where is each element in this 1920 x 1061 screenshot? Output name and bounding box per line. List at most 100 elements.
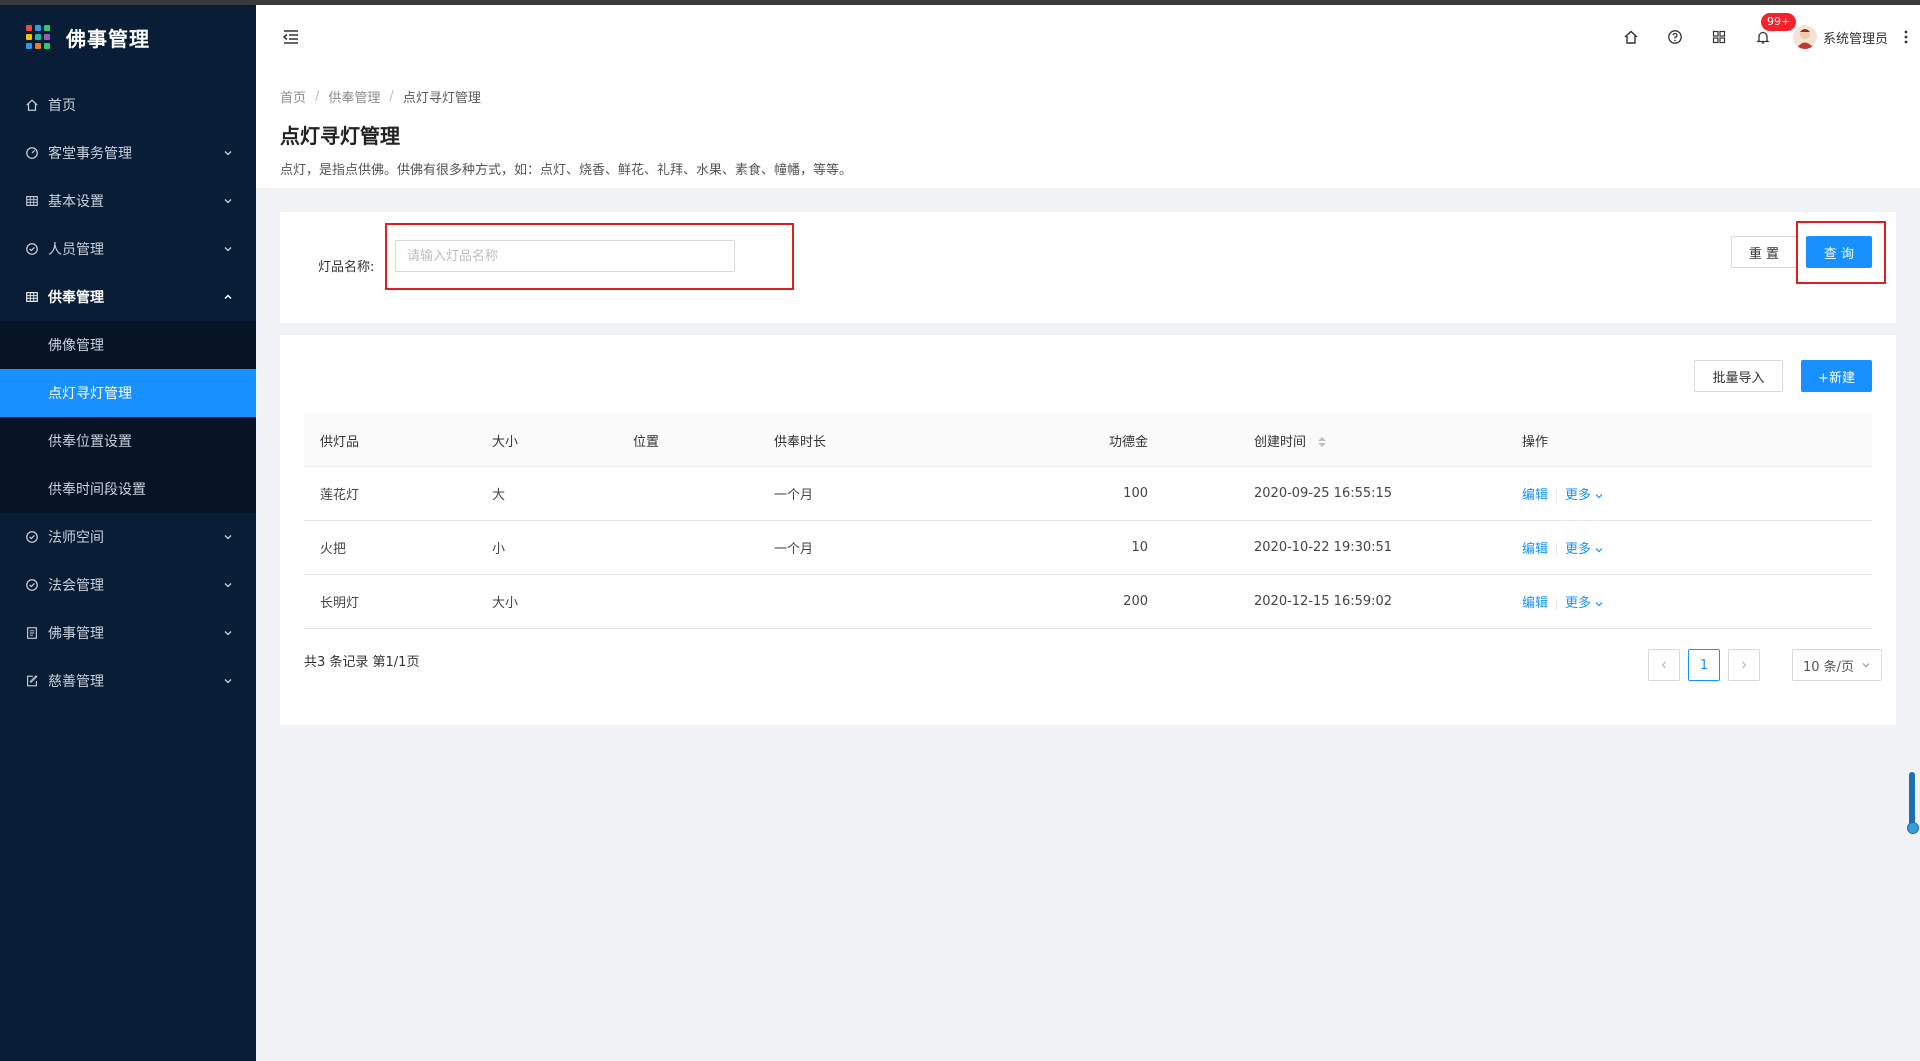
page-header: 首页 / 供奉管理 / 点灯寻灯管理 点灯寻灯管理 点灯，是指点供佛。供佛有很多… [256,69,1920,188]
action-divider [1556,489,1558,502]
table-icon [24,289,40,305]
chevron-down-icon [1862,663,1870,668]
new-button[interactable]: +新建 [1801,360,1872,392]
column-header: 操作 [1522,434,1549,450]
cell-created: 2020-10-22 19:30:51 [1254,540,1393,555]
page-button[interactable]: 1 [1688,649,1720,681]
chevron-down-icon [222,627,234,639]
sidebar-item-label: 首页 [48,98,76,114]
highlight-box [385,223,794,290]
check-circle-icon [24,529,40,545]
sidebar-item-charity[interactable]: 慈善管理 [0,657,256,705]
chevron-down-icon [1595,601,1603,606]
cell-created: 2020-12-15 16:59:02 [1254,594,1393,609]
offerings-submenu: 佛像管理 点灯寻灯管理 供奉位置设置 供奉时间段设置 [0,321,256,513]
chevron-down-icon [222,675,234,687]
highlight-box [1796,221,1886,284]
edit-link[interactable]: 编辑 [1522,542,1548,557]
edit-link[interactable]: 编辑 [1522,488,1548,503]
more-link[interactable]: 更多 [1565,542,1604,557]
sidebar-item-label: 佛事管理 [48,626,104,642]
reset-button[interactable]: 重 置 [1731,236,1797,268]
next-page-button[interactable] [1728,649,1760,681]
sidebar-item-label: 慈善管理 [48,674,104,690]
breadcrumb-separator: / [315,89,320,104]
column-header-sortable[interactable]: 创建时间 [1148,431,1522,450]
prev-page-button[interactable] [1648,649,1680,681]
column-header: 功德金 [1108,434,1148,450]
table-row: 长明灯 大小 200 2020-12-15 16:59:02 编辑 更多 [304,575,1872,629]
sidebar-item-personnel[interactable]: 人员管理 [0,225,256,273]
sidebar-item-offering-positions[interactable]: 供奉位置设置 [0,417,256,465]
dashboard-icon [24,145,40,161]
sidebar-item-offering-periods[interactable]: 供奉时间段设置 [0,465,256,513]
edit-link[interactable]: 编辑 [1522,596,1548,611]
sidebar-item-label: 供奉管理 [48,290,104,306]
more-link[interactable]: 更多 [1565,488,1604,503]
column-header: 位置 [633,434,660,450]
column-header: 供灯品 [320,434,360,450]
cell-size: 大 [492,488,506,503]
page-title: 点灯寻灯管理 [280,124,400,148]
search-form: 灯品名称: 重 置 查 询 [280,212,1896,323]
sidebar-item-buddha-statues[interactable]: 佛像管理 [0,321,256,369]
sidebar-menu: 首页 客堂事务管理 基本设置 人员管理 供奉管理 佛像管理 点灯寻灯管理 供奉位… [0,81,256,705]
sidebar-item-dharma-assembly[interactable]: 法会管理 [0,561,256,609]
user-menu[interactable]: 系统管理员 [1792,25,1888,49]
sidebar-item-master-space[interactable]: 法师空间 [0,513,256,561]
header-actions: 99+ 系统管理员 [1609,5,1920,69]
chevron-down-icon [1595,493,1603,498]
sidebar-item-label: 人员管理 [48,242,104,258]
app-grid-icon [26,25,50,49]
cell-created: 2020-09-25 16:55:15 [1254,486,1393,501]
top-header: 99+ 系统管理员 [256,5,1920,69]
apps-icon[interactable] [1709,27,1729,47]
page-size-select[interactable]: 10 条/页 [1792,649,1882,681]
chevron-down-icon [222,243,234,255]
cell-duration: 一个月 [774,488,814,503]
batch-import-button[interactable]: 批量导入 [1694,360,1783,392]
cell-size: 小 [492,542,506,557]
more-link-label: 更多 [1565,596,1592,611]
breadcrumb-home[interactable]: 首页 [280,87,306,106]
action-divider [1556,543,1558,556]
pagination: 1 10 条/页 [1648,649,1882,681]
chevron-up-icon [222,291,234,303]
more-link[interactable]: 更多 [1565,596,1604,611]
sidebar-item-home[interactable]: 首页 [0,81,256,129]
more-vertical-icon[interactable] [1898,27,1914,47]
more-link-label: 更多 [1565,542,1592,557]
sidebar-item-guest-hall[interactable]: 客堂事务管理 [0,129,256,177]
page-size-value: 10 条/页 [1803,659,1855,675]
user-name: 系统管理员 [1822,31,1888,47]
cell-merit: 10 [1131,540,1148,555]
floating-scroll-handle[interactable] [1907,772,1919,834]
sidebar-item-label: 法师空间 [48,530,104,546]
sidebar-item-basic-settings[interactable]: 基本设置 [0,177,256,225]
cell-size: 大小 [492,596,519,611]
column-header: 大小 [492,434,519,450]
lamp-table: 供灯品 大小 位置 供奉时长 功德金 创建时间 操作 莲花灯 大 一个月 100… [304,414,1872,629]
cell-actions: 编辑 更多 [1522,538,1872,557]
profile-icon [24,625,40,641]
breadcrumb-offerings[interactable]: 供奉管理 [328,87,380,106]
breadcrumb-separator: / [389,89,394,104]
column-header: 供奉时长 [774,434,827,450]
app-logo[interactable]: 佛事管理 [0,5,256,69]
sidebar-item-offerings[interactable]: 供奉管理 [0,273,256,321]
cell-name: 莲花灯 [320,488,360,503]
home-icon[interactable] [1621,27,1641,47]
breadcrumb: 首页 / 供奉管理 / 点灯寻灯管理 [280,87,1896,106]
chevron-down-icon [222,579,234,591]
chevron-down-icon [222,531,234,543]
check-circle-icon [24,577,40,593]
help-icon[interactable] [1665,27,1685,47]
more-link-label: 更多 [1565,488,1592,503]
cell-name: 长明灯 [320,596,360,611]
sidebar-item-lamp-management[interactable]: 点灯寻灯管理 [0,369,256,417]
check-circle-icon [24,241,40,257]
sort-icon[interactable] [1318,437,1327,447]
menu-fold-icon[interactable] [280,26,302,48]
sidebar-item-buddhist-affairs[interactable]: 佛事管理 [0,609,256,657]
bell-icon[interactable]: 99+ [1753,13,1797,47]
